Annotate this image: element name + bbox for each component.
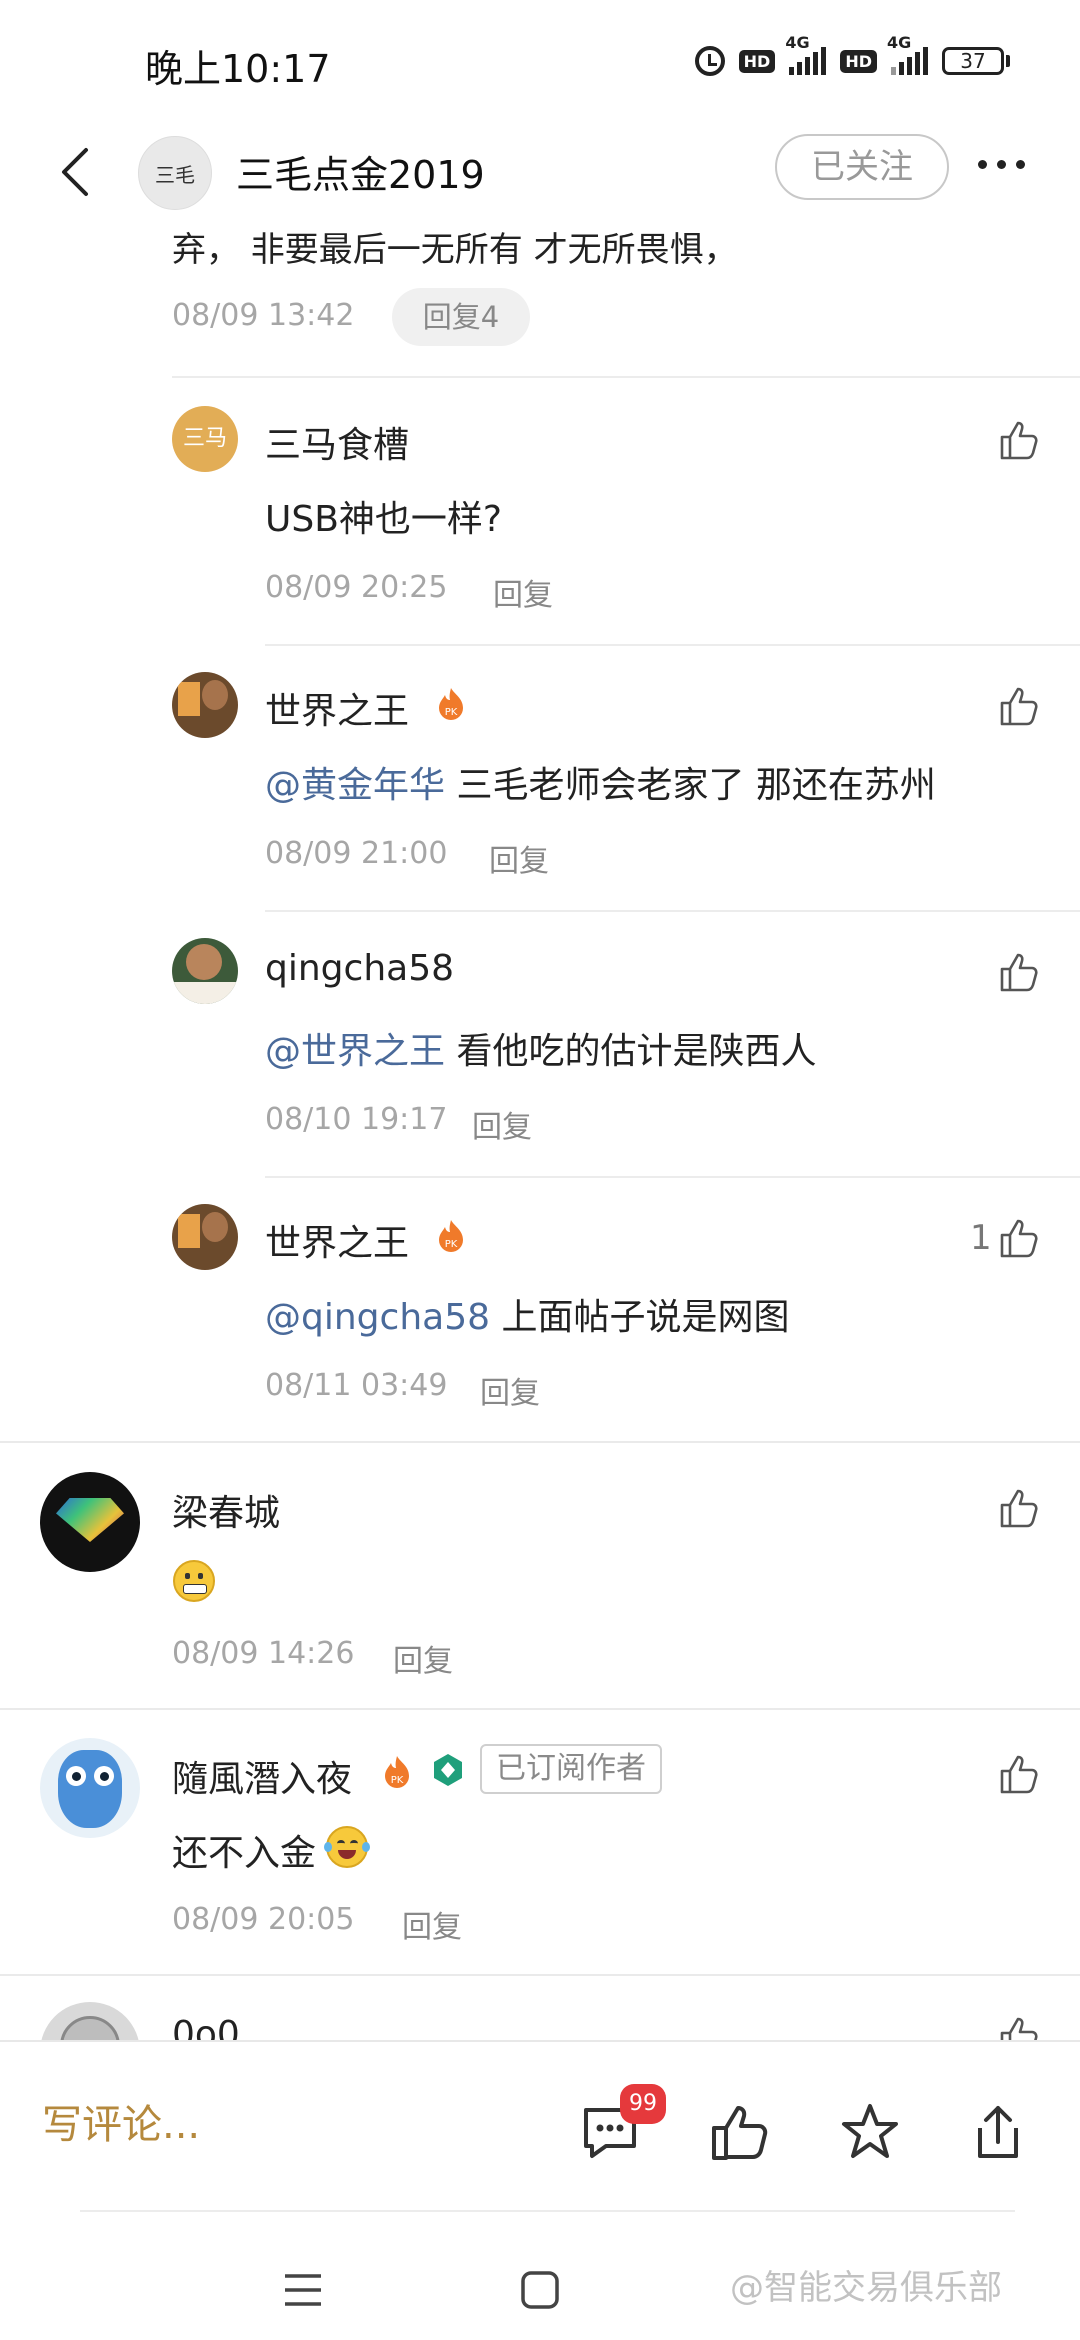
share-icon[interactable]: [966, 2100, 1030, 2164]
alarm-icon: [694, 46, 725, 76]
laugh-cry-emoji-icon: [324, 1826, 370, 1868]
divider: [265, 1176, 1080, 1178]
watermark: @智能交易俱乐部: [730, 2268, 1002, 2308]
divider: [80, 2210, 1015, 2212]
avatar[interactable]: 三马: [172, 406, 238, 472]
back-arrow-icon[interactable]: [48, 142, 108, 202]
divider: [265, 644, 1080, 646]
comment-author[interactable]: 隨風潛入夜: [172, 1750, 352, 1802]
reply-button[interactable]: 回复: [393, 1636, 453, 1680]
reply-time: 08/11 03:49: [265, 1368, 448, 1403]
reply-text: @黄金年华 三毛老师会老家了 那还在苏州: [265, 765, 936, 806]
reply-button[interactable]: 回复: [402, 1902, 462, 1946]
like-icon[interactable]: [998, 1216, 1042, 1260]
comment-time: 08/09 14:26: [172, 1636, 355, 1671]
divider: [265, 910, 1080, 912]
like-icon[interactable]: [998, 950, 1042, 994]
reply-button[interactable]: 回复: [489, 836, 549, 880]
like-count: 1: [970, 1218, 992, 1258]
avatar[interactable]: [172, 938, 238, 1004]
status-icons: HD 4G HD 4G 37: [694, 33, 1010, 86]
reply-time: 08/09 21:00: [265, 836, 448, 871]
svg-text:PK: PK: [391, 1775, 404, 1786]
divider: [0, 1441, 1080, 1443]
pk-badge-icon: PK: [439, 1220, 463, 1252]
status-time: 晚上10:17: [145, 47, 331, 91]
verified-badge-icon: [434, 1754, 462, 1786]
avatar[interactable]: [172, 672, 238, 738]
author-name[interactable]: 三毛点金2019: [236, 144, 485, 199]
avatar[interactable]: [40, 1472, 140, 1572]
pk-badge-icon: PK: [439, 688, 463, 720]
like-icon[interactable]: [998, 1486, 1042, 1530]
reply-text: USB神也一样?: [265, 499, 503, 540]
comment-count-badge: 99: [620, 2084, 666, 2124]
bottom-action-bar: 写评论... 99: [0, 2040, 1080, 2210]
comment-time: 08/09 20:05: [172, 1902, 355, 1937]
reply-text: @qingcha58 上面帖子说是网图: [265, 1297, 790, 1338]
reply-count-button[interactable]: 回复4: [392, 288, 530, 346]
avatar[interactable]: [172, 1204, 238, 1270]
more-options-icon[interactable]: [978, 160, 1025, 169]
svg-text:PK: PK: [445, 1239, 458, 1250]
comment-time: 08/09 13:42: [172, 298, 355, 333]
author-avatar-text: 三毛: [155, 162, 195, 187]
reply-time: 08/10 19:17: [265, 1102, 448, 1137]
author-avatar[interactable]: 三毛: [138, 136, 212, 210]
reply-time: 08/09 20:25: [265, 570, 448, 605]
divider: [172, 376, 1080, 378]
reply-author[interactable]: 世界之王: [265, 682, 409, 734]
reply-button[interactable]: 回复: [472, 1102, 532, 1146]
hd-icon: HD: [840, 49, 877, 73]
mention-link[interactable]: @世界之王: [265, 1031, 445, 1072]
top-header: 三毛 三毛点金2019 已关注: [0, 120, 1080, 230]
reply-author[interactable]: 世界之王: [265, 1214, 409, 1266]
favorite-star-icon[interactable]: [838, 2100, 902, 2164]
system-nav-bar: @智能交易俱乐部: [0, 2210, 1080, 2340]
signal-icon: 4G: [887, 33, 928, 75]
comment-author[interactable]: 梁春城: [172, 1484, 280, 1536]
avatar[interactable]: [40, 1738, 140, 1838]
divider: [0, 1974, 1080, 1976]
status-bar: 晚上10:17 HD 4G HD 4G 37: [0, 0, 1080, 120]
like-icon[interactable]: [998, 684, 1042, 728]
grimace-emoji-icon: [173, 1560, 215, 1602]
divider: [0, 1708, 1080, 1710]
signal-icon: 4G: [785, 33, 827, 75]
like-icon[interactable]: [998, 418, 1042, 462]
home-icon[interactable]: [520, 2270, 560, 2310]
battery-level: 37: [942, 47, 1004, 75]
hd-icon: HD: [738, 49, 776, 73]
like-icon[interactable]: [708, 2100, 772, 2164]
follow-button[interactable]: 已关注: [775, 134, 949, 200]
reply-button[interactable]: 回复: [493, 570, 553, 614]
reply-text: @世界之王 看他吃的估计是陕西人: [265, 1031, 817, 1072]
mention-link[interactable]: @黄金年华: [265, 765, 445, 806]
subscribed-badge: 已订阅作者: [480, 1744, 662, 1794]
svg-text:PK: PK: [445, 707, 458, 718]
reply-author[interactable]: qingcha58: [265, 948, 454, 989]
comment-text: 还不入金: [172, 1833, 317, 1874]
reply-button[interactable]: 回复: [480, 1368, 540, 1412]
reply-author[interactable]: 三马食槽: [265, 416, 409, 468]
battery-icon: 37: [942, 47, 1010, 75]
like-icon[interactable]: [998, 1752, 1042, 1796]
menu-icon[interactable]: [282, 2272, 324, 2308]
mention-link[interactable]: @qingcha58: [265, 1297, 490, 1338]
write-comment-input[interactable]: 写评论...: [42, 2092, 200, 2150]
pk-badge-icon: PK: [385, 1756, 409, 1788]
